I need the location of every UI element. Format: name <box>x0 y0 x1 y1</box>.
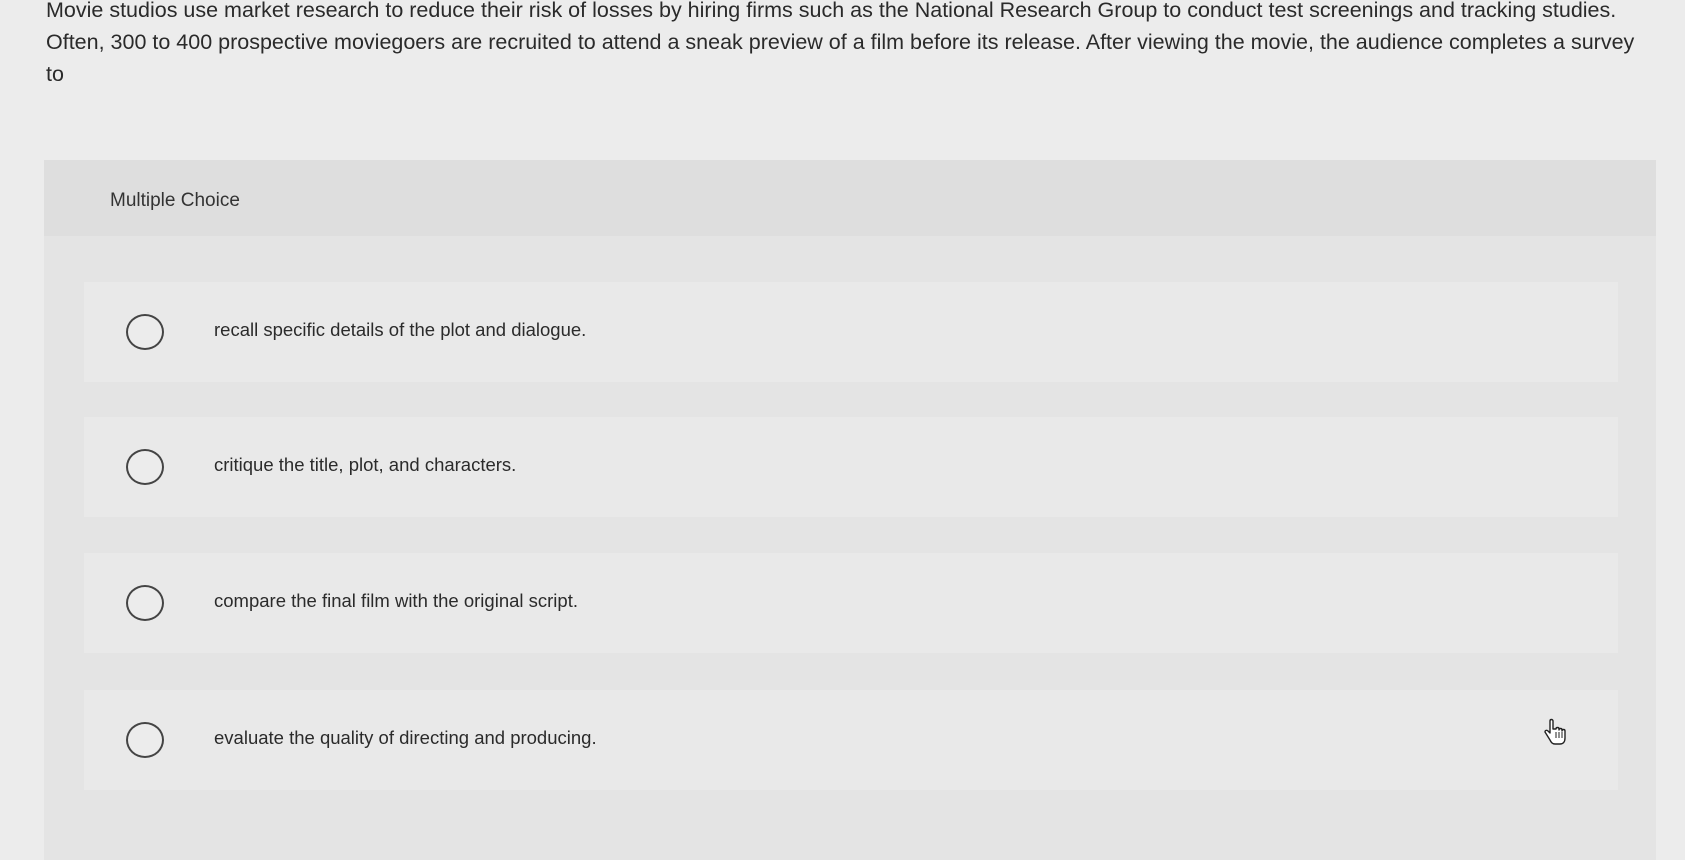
question-text: Movie studios use market research to red… <box>46 0 1635 86</box>
radio-button-icon[interactable] <box>126 722 164 758</box>
hand-pointer-cursor-icon <box>1544 718 1566 745</box>
multiple-choice-header: Multiple Choice <box>44 160 1656 236</box>
answer-option-1[interactable]: recall specific details of the plot and … <box>84 282 1618 382</box>
radio-button-icon[interactable] <box>126 449 164 485</box>
answer-option-label: recall specific details of the plot and … <box>214 319 587 340</box>
answer-option-2[interactable]: critique the title, plot, and characters… <box>84 417 1618 517</box>
radio-button-icon[interactable] <box>126 314 164 350</box>
answer-option-3[interactable]: compare the final film with the original… <box>84 553 1618 653</box>
answer-option-label: compare the final film with the original… <box>214 590 578 611</box>
multiple-choice-panel: Multiple Choice recall specific details … <box>44 160 1656 860</box>
multiple-choice-label: Multiple Choice <box>110 190 240 211</box>
answer-option-4[interactable]: evaluate the quality of directing and pr… <box>84 690 1618 790</box>
answer-option-label: critique the title, plot, and characters… <box>214 454 517 475</box>
radio-button-icon[interactable] <box>126 585 164 621</box>
answer-option-label: evaluate the quality of directing and pr… <box>214 727 597 748</box>
